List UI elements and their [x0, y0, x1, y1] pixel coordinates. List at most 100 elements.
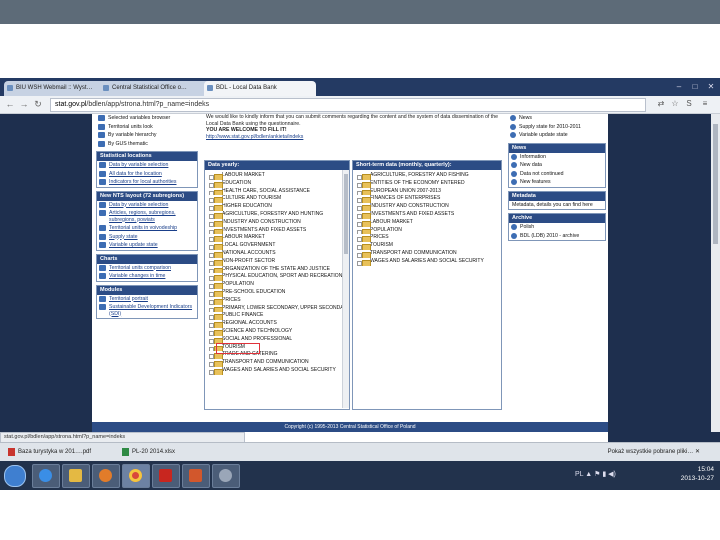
right-item[interactable]: Data not continued [509, 170, 605, 179]
language-indicator[interactable]: PL [575, 471, 583, 478]
sidebar-item[interactable]: By variable hierarchy [96, 131, 198, 140]
tree-node[interactable]: AGRICULTURE, FORESTRY AND HUNTING [205, 211, 349, 219]
sidebar-item[interactable]: Variable changes in time [97, 272, 197, 281]
taskbar-media[interactable] [92, 464, 120, 488]
sidebar-link[interactable]: Data by variable selection [109, 202, 168, 208]
tree-node[interactable]: SCIENCE AND TECHNOLOGY [205, 328, 349, 336]
right-item[interactable]: Information [509, 153, 605, 162]
right-item[interactable]: Polish [509, 223, 605, 232]
tree-node[interactable]: INDUSTRY AND CONSTRUCTION [353, 203, 501, 211]
taskbar-chrome[interactable] [122, 464, 150, 488]
minimize-icon[interactable]: – [672, 80, 686, 93]
tree-node[interactable]: INVESTMENTS AND FIXED ASSETS [353, 211, 501, 219]
start-button[interactable] [4, 465, 26, 487]
tree-node[interactable]: PRICES [353, 234, 501, 243]
maximize-icon[interactable]: □ [688, 80, 702, 93]
sidebar-link[interactable]: Territorial portrait [109, 296, 148, 302]
tree-node[interactable]: EUROPEAN UNION 2007-2013 [353, 188, 501, 196]
yearly-scrollbar[interactable] [342, 170, 349, 408]
sidebar-item[interactable]: Selected variables browser [96, 114, 198, 123]
tab-gus[interactable]: Central Statistical Office o… [100, 81, 212, 96]
tab-webmail[interactable]: BIU WSH Webmail :: Wyst… [4, 81, 108, 96]
sidebar-item[interactable]: Territorial units look [96, 123, 198, 132]
tree-node[interactable]: TOURISM [353, 242, 501, 250]
right-item[interactable]: BDL (LDB) 2010 - archive [509, 232, 605, 241]
skype-icon[interactable]: S [684, 99, 694, 109]
sidebar-item[interactable]: By GUS thematic [96, 140, 198, 149]
tree-node[interactable]: LABOUR MARKET [353, 219, 501, 227]
tray-icons[interactable]: PL ▲ ⚑ ▮ ◀) [575, 470, 616, 478]
tree-node[interactable]: HIGHER EDUCATION [205, 203, 349, 211]
right-item[interactable]: Variable update state [508, 131, 606, 140]
survey-link[interactable]: http://www.stat.gov.pl/bdlen/ankieta/ind… [206, 134, 500, 141]
sidebar-item[interactable]: All data for the location [97, 170, 197, 179]
tree-node[interactable]: PRE-SCHOOL EDUCATION [205, 289, 349, 297]
tree-node[interactable]: LABOUR MARKET [205, 172, 349, 180]
right-link[interactable]: News [519, 115, 532, 121]
tree-node[interactable]: NATIONAL ACCOUNTS [205, 250, 349, 258]
tree-node[interactable]: POPULATION [353, 227, 501, 235]
tree-node[interactable]: PRICES [205, 297, 349, 305]
page-scroll-thumb[interactable] [713, 124, 718, 244]
sidebar-item[interactable]: Indicators for local authorities [97, 178, 197, 187]
taskbar-app[interactable] [212, 464, 240, 488]
sidebar-link[interactable]: Sustainable Development Indicators (SDI) [109, 304, 192, 317]
sidebar-item[interactable]: Data by variable selection [97, 201, 197, 210]
tree-node[interactable]: TRANSPORT AND COMMUNICATION [205, 359, 349, 367]
tree-node[interactable]: FINANCES OF ENTERPRISES [353, 195, 501, 204]
tree-node[interactable]: PUBLIC FINANCE [205, 312, 349, 321]
sidebar-link[interactable]: Territorial units comparison [109, 265, 171, 271]
right-link[interactable]: Supply state for 2010-2011 [519, 124, 581, 130]
menu-icon[interactable]: ≡ [700, 99, 710, 109]
sidebar-link[interactable]: All data for the location [109, 171, 162, 177]
sidebar-item[interactable]: Territorial portrait [97, 295, 197, 304]
tree-node[interactable]: CULTURE AND TOURISM [205, 195, 349, 204]
forward-icon[interactable]: → [18, 98, 30, 110]
star-icon[interactable]: ☆ [670, 99, 680, 109]
tree-node[interactable]: WAGES AND SALARIES AND SOCIAL SECURITY [353, 258, 501, 266]
taskbar-acrobat[interactable] [152, 464, 180, 488]
tree-node[interactable]: REGIONAL ACCOUNTS [205, 320, 349, 328]
clock[interactable]: 15:04 2013-10-27 [681, 465, 714, 483]
taskbar-ie[interactable] [32, 464, 60, 488]
scroll-thumb[interactable] [344, 174, 348, 254]
back-icon[interactable]: ← [4, 98, 16, 110]
tree-node[interactable]: POPULATION [205, 281, 349, 289]
tree-node[interactable]: PRIMARY, LOWER SECONDARY, UPPER SECONDAR… [205, 305, 349, 313]
tree-node[interactable]: LOCAL GOVERNMENT [205, 242, 349, 250]
tree-node[interactable]: INDUSTRY AND CONSTRUCTION [205, 219, 349, 227]
right-item[interactable]: New data [509, 161, 605, 170]
tree-node[interactable]: INVESTMENTS AND FIXED ASSETS [205, 227, 349, 235]
right-item[interactable]: Metadata, details you can find here [509, 201, 605, 210]
sidebar-link[interactable]: Variable update state [109, 242, 158, 248]
sidebar-item[interactable]: Articles, regions, subregions, subregion… [97, 209, 197, 224]
sidebar-link[interactable]: Data by variable selection [109, 162, 168, 168]
tab-bdl[interactable]: BDL - Local Data Bank [204, 81, 316, 96]
sidebar-link[interactable]: Articles, regions, subregions, subregion… [109, 210, 176, 223]
sidebar-link[interactable]: Supply state [109, 234, 138, 240]
tree-node[interactable]: TRANSPORT AND COMMUNICATION [353, 250, 501, 258]
tree-node[interactable]: EDUCATION [205, 180, 349, 188]
show-all-downloads[interactable]: Pokaż wszystkie pobrane pliki… ✕ [608, 446, 700, 458]
tree-node[interactable]: WAGES AND SALARIES AND SOCIAL SECURITY [205, 367, 349, 375]
page-scrollbar[interactable] [711, 114, 720, 432]
sidebar-item[interactable]: Territorial units comparison [97, 264, 197, 273]
taskbar-powerpoint[interactable] [182, 464, 210, 488]
right-link[interactable]: Variable update state [519, 132, 568, 138]
download-item[interactable]: PL-20 2014.xlsx [120, 446, 175, 458]
tree-node[interactable]: AGRICULTURE, FORESTRY AND FISHING [353, 172, 501, 180]
tree-node[interactable]: ORGANIZATION OF THE STATE AND JUSTICE [205, 266, 349, 274]
sidebar-item[interactable]: Sustainable Development Indicators (SDI) [97, 303, 197, 318]
close-icon[interactable]: ✕ [704, 80, 718, 93]
download-item[interactable]: Baza turystyka w 201….pdf [6, 446, 91, 458]
survey-url[interactable]: http://www.stat.gov.pl/bdlen/ankieta/ind… [206, 134, 303, 140]
right-item[interactable]: New features [509, 178, 605, 187]
sidebar-link[interactable]: Variable changes in time [109, 273, 165, 279]
tree-node[interactable]: PHYSICAL EDUCATION, SPORT AND RECREATION [205, 273, 349, 282]
taskbar-explorer[interactable] [62, 464, 90, 488]
sidebar-item[interactable]: Territorial units in voivodeship [97, 224, 197, 233]
tree-node[interactable]: LABOUR MARKET [205, 234, 349, 243]
tree-node[interactable]: NON-PROFIT SECTOR [205, 258, 349, 266]
right-item[interactable]: Supply state for 2010-2011 [508, 123, 606, 132]
sidebar-link[interactable]: Territorial units in voivodeship [109, 225, 177, 231]
